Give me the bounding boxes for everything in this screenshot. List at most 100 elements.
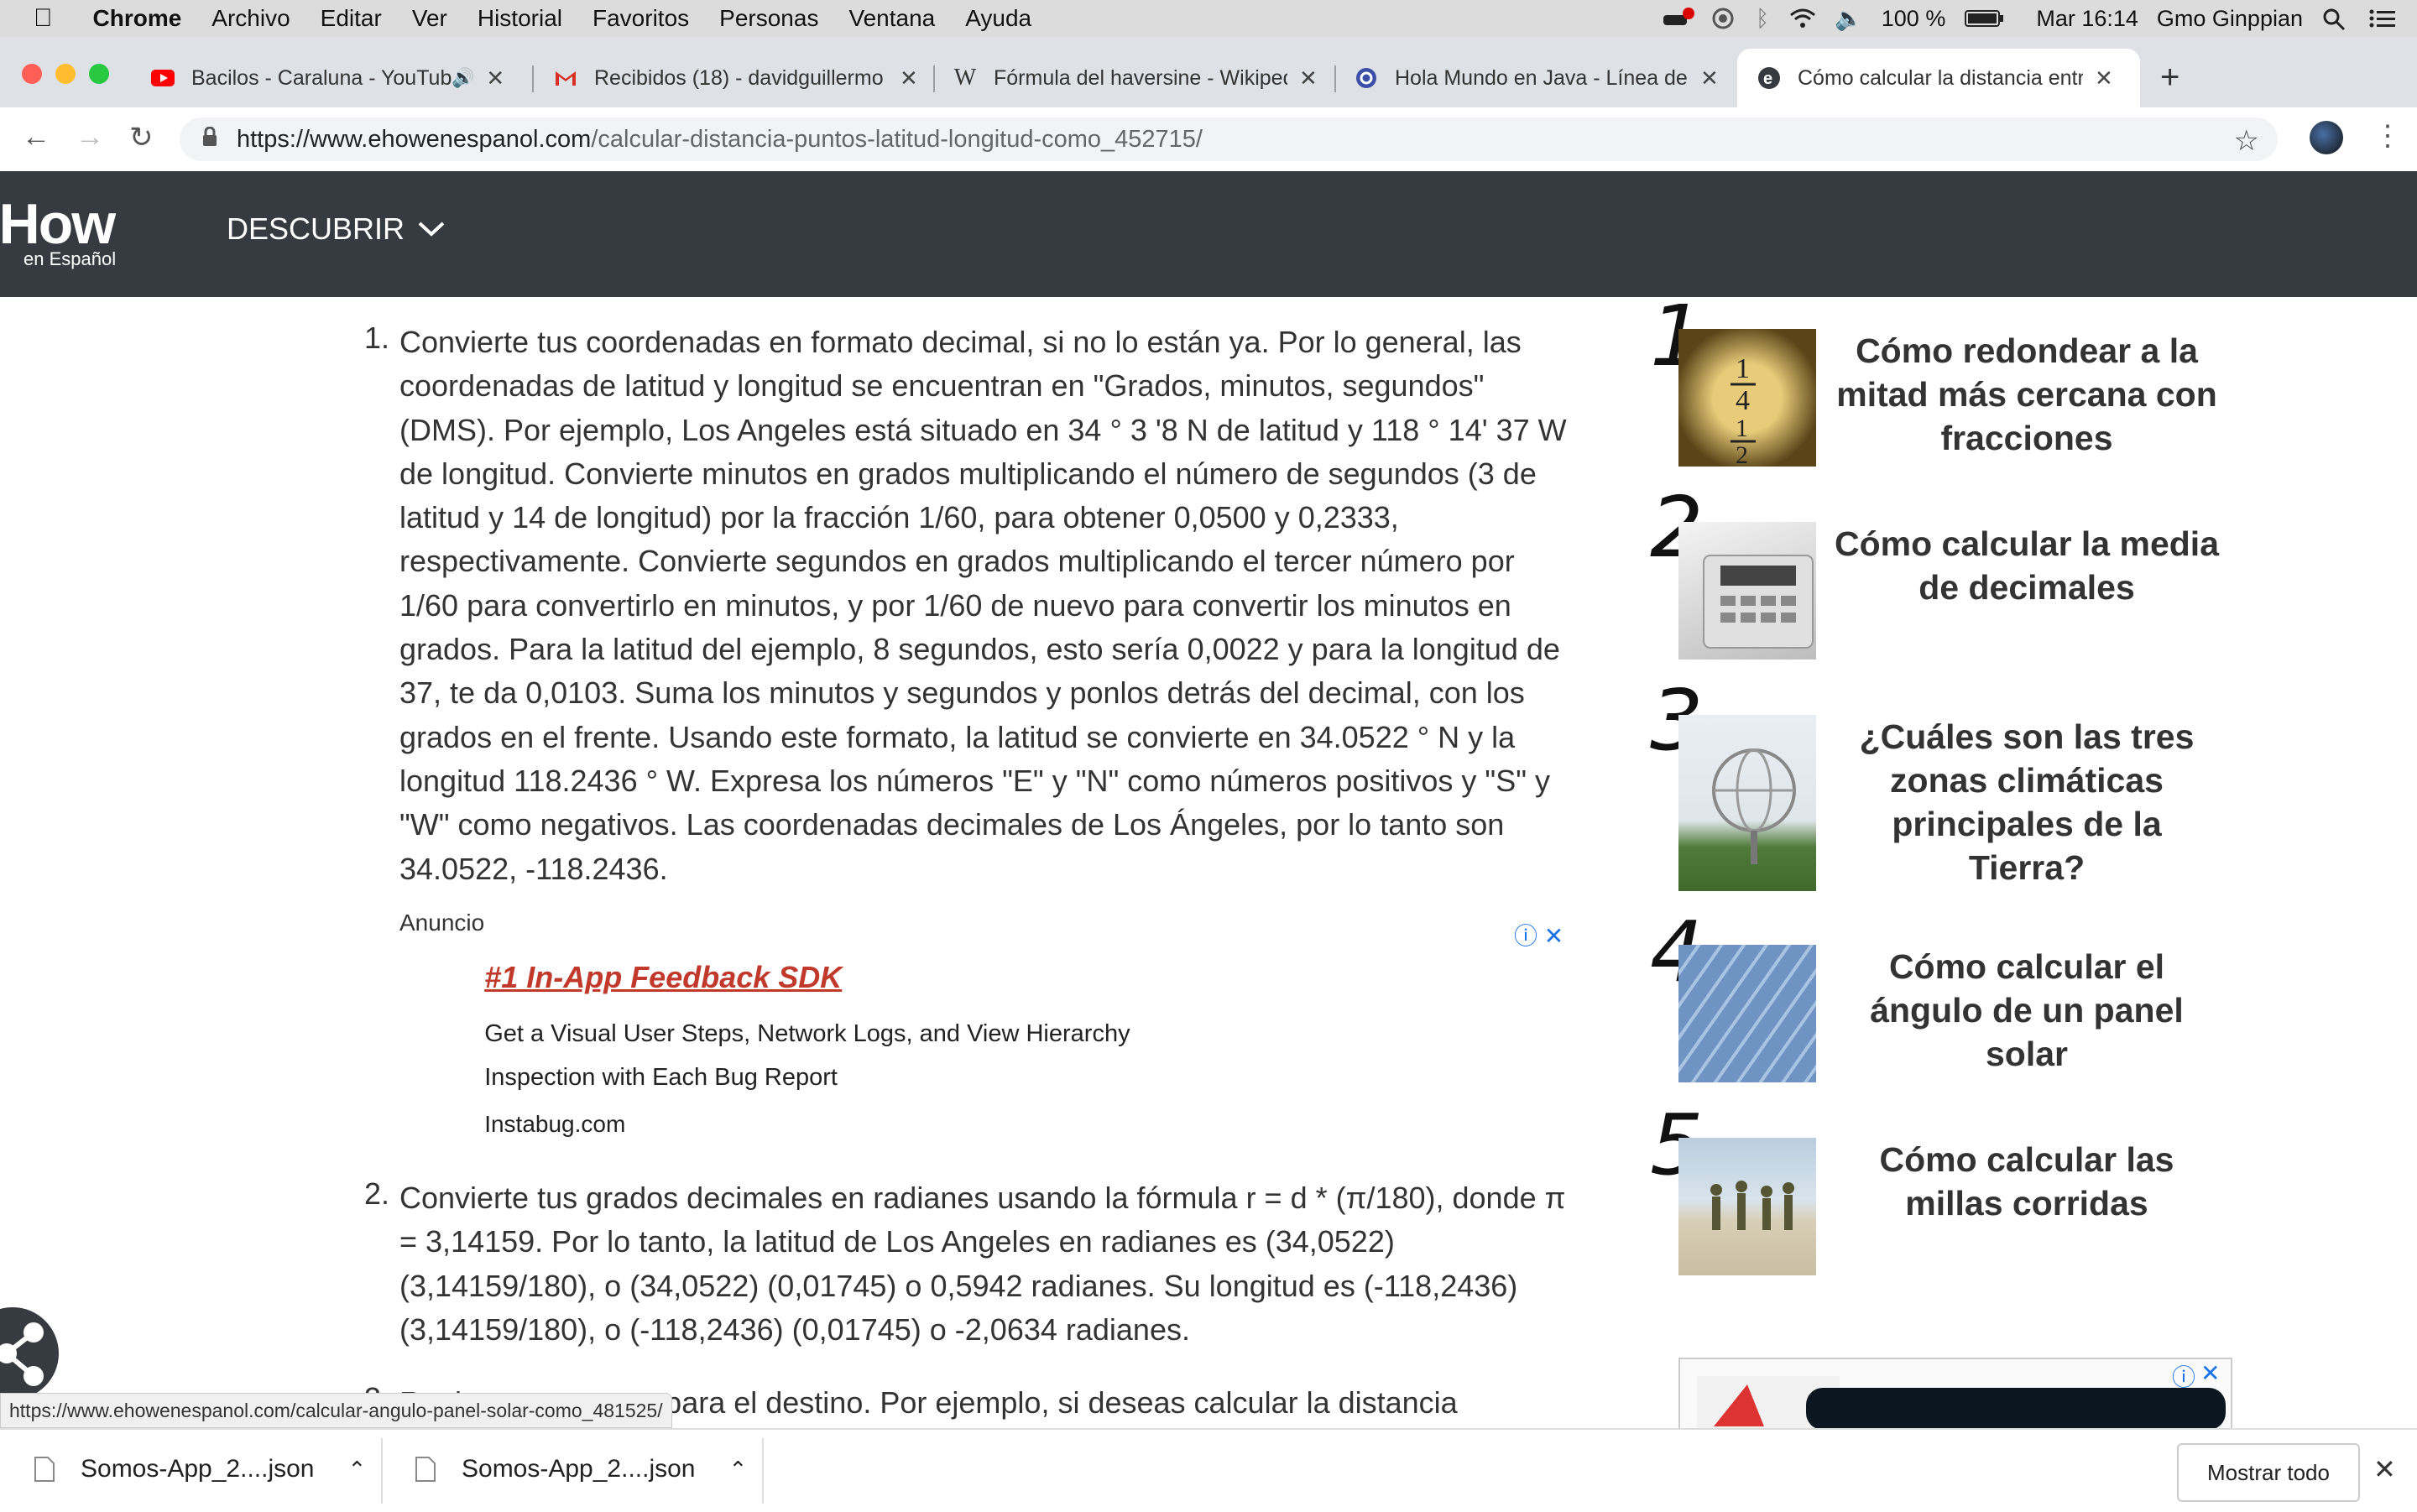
- window-minimize-button[interactable]: [55, 64, 76, 84]
- bluetooth-icon[interactable]: ᛒ: [1756, 6, 1769, 32]
- adchoices-icon[interactable]: ⓘ: [2172, 1359, 2195, 1393]
- share-button[interactable]: [0, 1307, 59, 1400]
- fractions-thumbnail[interactable]: 1412: [1678, 329, 1816, 469]
- menu-personas[interactable]: Personas: [719, 5, 818, 32]
- chevron-up-icon[interactable]: ⌃: [347, 1457, 366, 1483]
- runners-thumbnail[interactable]: [1678, 1138, 1816, 1275]
- bookmark-star-icon[interactable]: ☆: [2234, 124, 2259, 158]
- download-separator: [381, 1438, 383, 1504]
- window-zoom-button[interactable]: [89, 64, 109, 84]
- menu-ayuda[interactable]: Ayuda: [965, 5, 1031, 32]
- window-close-button[interactable]: [22, 64, 42, 84]
- menu-app-chrome[interactable]: Chrome: [93, 5, 182, 32]
- profile-avatar[interactable]: [2310, 121, 2343, 154]
- menu-favoritos[interactable]: Favoritos: [593, 5, 689, 32]
- svg-text:e: e: [1763, 70, 1772, 88]
- tab-youtube[interactable]: Bacilos - Caraluna - YouTube 🔊 ✕: [151, 49, 504, 107]
- step-number: 1.: [364, 321, 390, 355]
- sidebar-link-1[interactable]: Cómo redondear a la mitad más cercana co…: [1830, 329, 2224, 460]
- tab-close-icon[interactable]: ✕: [1299, 65, 1318, 91]
- clock[interactable]: Mar 16:14: [2036, 6, 2138, 32]
- wikipedia-icon: W: [953, 65, 977, 91]
- battery-percent: 100 %: [1881, 5, 1946, 31]
- back-arrow-icon[interactable]: ←: [22, 121, 50, 154]
- ad-block: Anuncio ⓘ ✕ #1 In-App Feedback SDK Get a…: [399, 910, 1574, 1137]
- calculator-thumbnail[interactable]: [1678, 522, 1816, 660]
- step-2-text: Convierte tus grados decimales en radian…: [399, 1181, 1566, 1347]
- volume-icon[interactable]: 🔈: [1835, 5, 1863, 32]
- menu-editar[interactable]: Editar: [321, 5, 382, 32]
- tab-separator: [933, 65, 935, 92]
- tab-close-icon[interactable]: ✕: [2095, 65, 2113, 91]
- sidebar-link-5[interactable]: Cómo calcular las millas corridas: [1830, 1138, 2224, 1225]
- tab-close-icon[interactable]: ✕: [486, 65, 504, 91]
- download-filename: Somos-App_2....json: [81, 1455, 315, 1483]
- tab-title: Hola Mundo en Java - Línea de: [1395, 65, 1688, 90]
- address-bar[interactable]: https://www.ehowenespanol.com/calcular-d…: [180, 117, 2278, 161]
- tab-separator: [1334, 65, 1336, 92]
- download-item[interactable]: Somos-App_2....json ⌃: [415, 1455, 747, 1483]
- tab-title: Recibidos (18) - davidguillermo: [594, 65, 884, 90]
- sidebar-ad[interactable]: ⓘ ✕: [1678, 1358, 2232, 1431]
- solar-panel-thumbnail[interactable]: [1678, 945, 1816, 1082]
- download-shelf: Somos-App_2....json ⌃ Somos-App_2....jso…: [0, 1428, 2417, 1512]
- ad-title-link[interactable]: #1 In-App Feedback SDK: [484, 960, 842, 995]
- sidebar-link-2[interactable]: Cómo calcular la media de decimales: [1830, 522, 2224, 609]
- ad-description: Get a Visual User Steps, Network Logs, a…: [484, 1020, 1130, 1047]
- menu-ventana[interactable]: Ventana: [848, 5, 935, 32]
- tab-wikipedia[interactable]: W Fórmula del haversine - Wikipedia ✕: [953, 49, 1318, 107]
- chevron-up-icon[interactable]: ⌃: [728, 1457, 747, 1483]
- adchoices-icon[interactable]: ⓘ: [1514, 923, 1537, 949]
- ehow-icon: e: [1757, 66, 1781, 90]
- discover-menu[interactable]: DESCUBRIR: [227, 211, 446, 247]
- tab-ehow-active[interactable]: e Cómo calcular la distancia entre ✕: [1737, 49, 2140, 107]
- spotlight-search-icon[interactable]: [2321, 7, 2350, 31]
- tab-title: Fórmula del haversine - Wikipedia: [994, 65, 1287, 90]
- url-path: /calcular-distancia-puntos-latitud-longi…: [591, 125, 1203, 153]
- forward-arrow-icon[interactable]: →: [76, 121, 104, 154]
- discover-label: DESCUBRIR: [227, 211, 405, 246]
- browser-toolbar: ← → ↻ https://www.ehowenespanol.com/calc…: [0, 107, 2417, 172]
- tab-close-icon[interactable]: ✕: [1700, 65, 1719, 91]
- reload-icon[interactable]: ↻: [129, 121, 154, 154]
- status-circle-icon[interactable]: [1709, 7, 1737, 30]
- menu-ver[interactable]: Ver: [412, 5, 447, 32]
- download-filename: Somos-App_2....json: [462, 1455, 696, 1483]
- tab-title: Bacilos - Caraluna - YouTube: [191, 65, 452, 90]
- close-download-shelf-icon[interactable]: ✕: [2373, 1453, 2396, 1485]
- show-all-downloads-button[interactable]: Mostrar todo: [2177, 1443, 2360, 1502]
- notification-center-icon[interactable]: [2368, 7, 2397, 30]
- new-tab-button[interactable]: +: [2160, 59, 2179, 96]
- user-name[interactable]: Gmo Ginppian: [2157, 6, 2303, 32]
- tab-close-icon[interactable]: ✕: [900, 65, 918, 91]
- battery-icon[interactable]: [1964, 7, 2006, 30]
- ad-close-icon[interactable]: ✕: [1544, 923, 1563, 949]
- tab-gmail[interactable]: Recibidos (18) - davidguillermo ✕: [554, 49, 918, 107]
- svg-text:2: 2: [1736, 441, 1748, 467]
- site-header: :How en Español DESCUBRIR: [0, 171, 2417, 297]
- sidebar-link-3[interactable]: ¿Cuáles son las tres zonas climáticas pr…: [1830, 715, 2224, 889]
- ad-controls: ⓘ ✕: [1514, 918, 1563, 952]
- tab-audio-icon[interactable]: 🔊: [452, 67, 474, 89]
- site-logo[interactable]: :How: [0, 191, 116, 257]
- menu-historial[interactable]: Historial: [478, 5, 562, 32]
- tab-hola-mundo[interactable]: Hola Mundo en Java - Línea de ✕: [1355, 49, 1719, 107]
- mac-menu-bar:  Chrome Archivo Editar Ver Historial Fa…: [0, 0, 2417, 37]
- menu-archivo[interactable]: Archivo: [211, 5, 290, 32]
- apple-menu-icon[interactable]: : [34, 4, 53, 33]
- ad-close-icon[interactable]: ✕: [2200, 1359, 2220, 1387]
- gmail-icon: [554, 66, 577, 90]
- site-logo-subtitle: en Español: [23, 248, 117, 269]
- sidebar-link-4[interactable]: Cómo calcular el ángulo de un panel sola…: [1830, 945, 2224, 1076]
- globe-thumbnail[interactable]: [1678, 715, 1816, 891]
- file-icon: [415, 1457, 436, 1482]
- svg-text:1: 1: [1736, 414, 1748, 442]
- download-item[interactable]: Somos-App_2....json ⌃: [34, 1455, 366, 1483]
- status-app-icon[interactable]: [1662, 7, 1694, 30]
- ad-domain-link[interactable]: Instabug.com: [484, 1111, 625, 1138]
- lock-icon[interactable]: [201, 126, 218, 154]
- wifi-icon[interactable]: [1788, 7, 1816, 30]
- chrome-menu-icon[interactable]: ⋮: [2373, 119, 2402, 153]
- site-icon: [1355, 66, 1378, 90]
- url-host: https://www.ehowenespanol.com: [237, 125, 592, 153]
